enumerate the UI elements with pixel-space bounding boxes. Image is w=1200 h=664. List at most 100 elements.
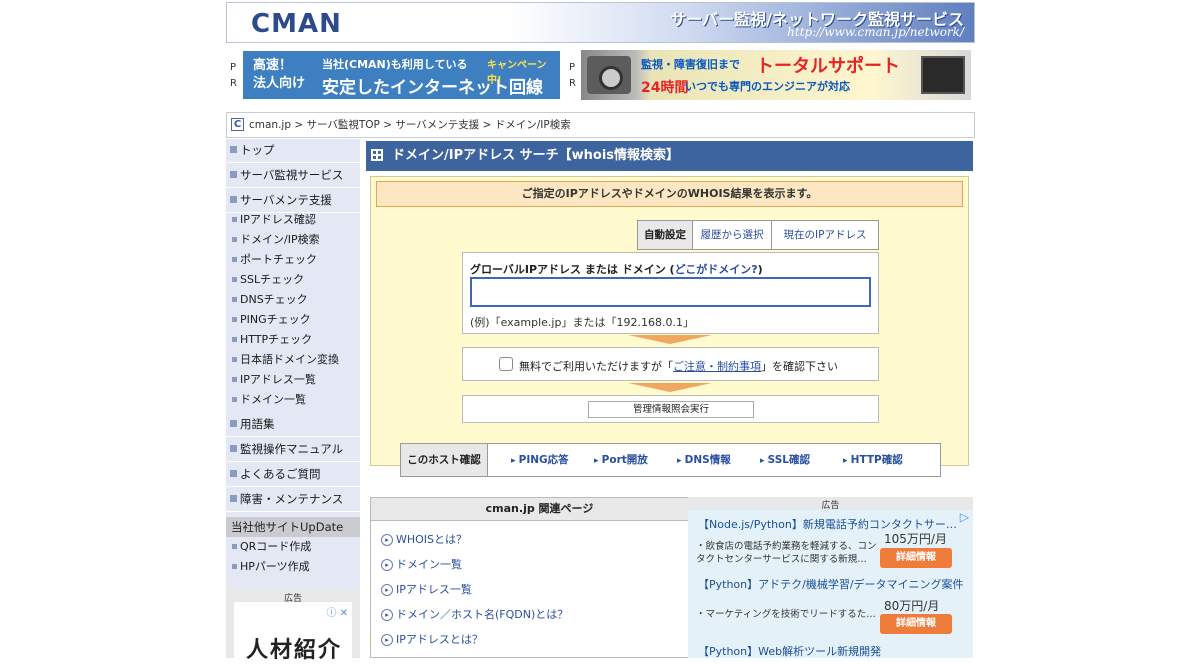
banner2-line2a: 24時間 (641, 80, 689, 96)
right-ad: 広告 ▷ 【Node.js/Python】新規電話予約コンタクトサー… ・飲食店… (688, 497, 973, 658)
port-link[interactable]: Port開放 (594, 444, 648, 477)
related-link[interactable]: ドメイン一覧 (381, 556, 462, 572)
square-bullet-icon (230, 445, 237, 452)
ad-item-title[interactable]: 【Python】アドテク/機械学習/データマイニング案件 (698, 576, 964, 592)
related-link[interactable]: WHOISとは？ (381, 531, 467, 547)
sidebar-item-manual[interactable]: 監視操作マニュアル (226, 438, 360, 462)
square-bullet-icon (232, 297, 237, 302)
http-link[interactable]: HTTP確認 (843, 444, 903, 477)
sidebar-item-hp-parts[interactable]: HPパーツ作成 (226, 557, 360, 577)
sidebar-sub-item[interactable]: ポートチェック (226, 250, 360, 270)
sidebar-item-glossary[interactable]: 用語集 (226, 413, 360, 437)
terms-link[interactable]: ご注意・制約事項 (673, 360, 761, 373)
page-title: ドメイン/IPアドレス サーチ【whois情報検索】 (392, 148, 680, 163)
square-bullet-icon (232, 564, 237, 569)
cman-small-icon: C (231, 118, 244, 131)
page-title-bar: ドメイン/IPアドレス サーチ【whois情報検索】 (366, 141, 973, 171)
square-bullet-icon (232, 397, 237, 402)
related-link[interactable]: ドメイン／ホスト名(FQDN)とは？ (381, 606, 568, 622)
agree-checkbox[interactable] (499, 357, 513, 371)
sidebar-sub-item[interactable]: 日本語ドメイン変換 (226, 350, 360, 370)
square-bullet-icon (230, 196, 237, 203)
ad-left-text: 人材紹介 (246, 638, 343, 663)
sidebar-sub-item[interactable]: IPアドレス一覧 (226, 370, 360, 390)
host-check-label: このホスト確認 (401, 444, 488, 476)
ad-item-desc: ・飲食店の電話予約業務を軽減する、コンタクトセンターサービスに関する新規… (696, 541, 877, 565)
related-title: cman.jp 関連ページ (371, 498, 708, 521)
sidebar-sub-item[interactable]: IPアドレス確認 (226, 210, 360, 230)
banner-top-text: 当社(CMAN)も利用している (322, 58, 468, 71)
pr-banner-support[interactable]: 監視・障害復旧まで トータルサポート 24時間 いつでも専門のエンジニアが対応 (581, 50, 971, 100)
grid-icon (371, 149, 383, 161)
square-bullet-icon (232, 257, 237, 262)
sidebar: トップ サーバ監視サービス サーバメンテ支援 IPアドレス確認 ドメイン/IP検… (226, 139, 360, 658)
square-bullet-icon (230, 420, 237, 427)
input-panel: グローバルIPアドレス または ドメイン (どこがドメイン?) (例)「exam… (462, 252, 879, 334)
banner2-line2b: いつでも専門のエンジニアが対応 (685, 80, 850, 93)
ad-item-desc: ・マーケティングを技術でリードするた… (696, 609, 876, 620)
site-header: CMAN サーバー監視/ネットワーク監視サービス http://www.cman… (226, 2, 975, 43)
sidebar-item-faq[interactable]: よくあるご質問 (226, 463, 360, 487)
breadcrumb-text[interactable]: cman.jp > サーバ監視TOP > サーバメンテ支援 > ドメイン/IP検… (249, 113, 571, 137)
submit-panel: 管理情報照会実行 (462, 395, 879, 423)
site-url: http://www.cman.jp/network/ (787, 25, 964, 39)
square-bullet-icon (230, 470, 237, 477)
sidebar-item-top[interactable]: トップ (226, 139, 360, 163)
sidebar-sub-item[interactable]: ドメイン一覧 (226, 390, 360, 410)
submit-button[interactable]: 管理情報照会実行 (588, 401, 754, 418)
related-link[interactable]: IPアドレス一覧 (381, 581, 472, 597)
sidebar-ad: 広告 ⓘ ✕ 人材紹介 (226, 589, 360, 663)
pr-banner-internet[interactable]: 高速！ 法人向け 当社(CMAN)も利用している 安定したインターネット回線 キ… (243, 51, 560, 99)
ad-item-price: 105万円/月 (884, 532, 947, 546)
ssl-link[interactable]: SSL確認 (760, 444, 810, 477)
banner-left-text: 高速！ 法人向け (253, 58, 306, 91)
domain-ip-input[interactable] (470, 277, 871, 307)
monitor-icon (921, 56, 965, 94)
breadcrumb: C cman.jp > サーバ監視TOP > サーバメンテ支援 > ドメイン/I… (226, 112, 975, 138)
agree-panel: 無料でご利用いただけますが「ご注意・制約事項」を確認下さい (462, 347, 879, 381)
ad-item-price: 80万円/月 (884, 599, 940, 613)
square-bullet-icon (232, 277, 237, 282)
sidebar-sub-item[interactable]: DNSチェック (226, 290, 360, 310)
sidebar-item-maintenance-info[interactable]: 障害・メンテナンス (226, 488, 360, 512)
square-bullet-icon (230, 171, 237, 178)
square-bullet-icon (230, 146, 237, 153)
square-bullet-icon (232, 544, 237, 549)
site-logo[interactable]: CMAN (251, 9, 342, 39)
sidebar-item-monitoring[interactable]: サーバ監視サービス (226, 164, 360, 188)
square-bullet-icon (232, 237, 237, 242)
camera-icon (587, 56, 631, 94)
input-mode-tabs: 自動設定 履歴から選択 現在のIPアドレス (637, 220, 879, 250)
related-pages: cman.jp 関連ページ WHOISとは？ ドメイン一覧 IPアドレス一覧 ド… (370, 497, 709, 658)
tab-history[interactable]: 履歴から選択 (693, 221, 772, 249)
tab-auto[interactable]: 自動設定 (638, 221, 693, 249)
square-bullet-icon (232, 217, 237, 222)
banner2-line1a: 監視・障害復旧まで (641, 58, 740, 71)
sidebar-sub-item[interactable]: SSLチェック (226, 270, 360, 290)
square-bullet-icon (232, 377, 237, 382)
square-bullet-icon (232, 357, 237, 362)
form-notice: ご指定のIPアドレスやドメインのWHOIS結果を表示ます。 (376, 181, 963, 207)
down-arrow-icon (628, 383, 712, 392)
ad-left-content[interactable]: ⓘ ✕ 人材紹介 (234, 602, 352, 663)
ad-info-close-icon[interactable]: ⓘ ✕ (326, 604, 348, 619)
tab-current-ip[interactable]: 現在のIPアドレス (772, 221, 878, 249)
ad-right-body: ▷ 【Node.js/Python】新規電話予約コンタクトサー… ・飲食店の電話… (688, 510, 973, 658)
sidebar-other-sites-title: 当社他サイトUpDate (226, 517, 360, 537)
sidebar-item-qr[interactable]: QRコード作成 (226, 537, 360, 557)
sidebar-sub-item[interactable]: ドメイン/IP検索 (226, 230, 360, 250)
pr-label: PR (569, 62, 576, 89)
sidebar-sub-item[interactable]: HTTPチェック (226, 330, 360, 350)
whois-form: ご指定のIPアドレスやドメインのWHOIS結果を表示ます。 自動設定 履歴から選… (370, 176, 969, 477)
related-link[interactable]: IPアドレスとは？ (381, 631, 483, 647)
input-label: グローバルIPアドレス または ドメイン (どこがドメイン?) (470, 263, 763, 276)
adchoices-icon[interactable]: ▷ (960, 510, 969, 524)
ad-item-title[interactable]: 【Python】Web解析ツール新規開発 (698, 643, 881, 659)
ad-detail-button[interactable]: 詳細情報 (880, 614, 952, 634)
sidebar-sub-item[interactable]: PINGチェック (226, 310, 360, 330)
ad-detail-button[interactable]: 詳細情報 (880, 548, 952, 568)
square-bullet-icon (230, 495, 237, 502)
what-is-domain-link[interactable]: どこがドメイン? (675, 263, 758, 276)
ping-link[interactable]: PING応答 (511, 444, 569, 477)
dns-link[interactable]: DNS情報 (677, 444, 731, 477)
